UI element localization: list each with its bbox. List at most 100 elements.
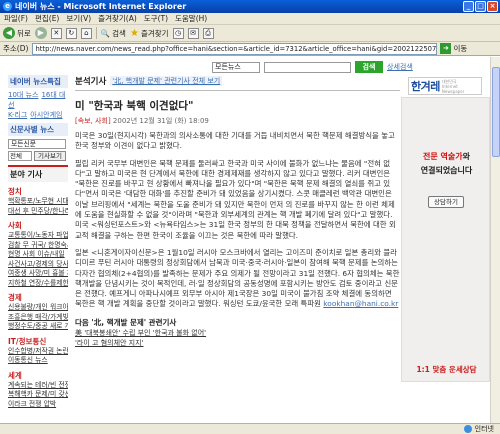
related-item[interactable]: '라이 고 혐의체안 지지' xyxy=(75,338,400,348)
minimize-button[interactable]: _ xyxy=(463,1,474,12)
press-logo[interactable]: 한겨레 대한민국 Internet Newspaper xyxy=(408,77,482,95)
related-head: 다음 '北, 핵개발 문제' 관련기사 xyxy=(75,317,177,327)
ad-text-suffix: 와 xyxy=(462,152,470,161)
address-input[interactable]: http://news.naver.com/news_read.php?offi… xyxy=(32,42,438,55)
hani-logo: 한겨레 xyxy=(411,80,440,93)
logo-subtitle: 대한민국 Internet Newspaper xyxy=(441,78,465,94)
category-item[interactable]: 행정수도/중공 새로 개시 xyxy=(8,322,68,332)
article-paragraph: 일본 <니혼게이자이신문>은 1월10일 러시아 모스크바에서 열리는 고이즈미… xyxy=(75,248,400,310)
globe-icon xyxy=(463,425,472,433)
special-link[interactable]: 10대 뉴스 xyxy=(8,91,38,99)
press-select[interactable]: 모든신문 xyxy=(8,139,66,149)
search-icon: 🔍 xyxy=(100,28,111,38)
press-row: 전체 기사보기 xyxy=(8,151,68,161)
category-item[interactable]: 검찰 무 귀국/ 한명숙서 xyxy=(8,241,68,251)
toolbar: ◀ 뒤로 ▶ ✕ ↻ ⌂ 🔍 검색 ★ 즐겨찾기 ◷ ✉ ⎙ xyxy=(0,25,500,42)
mail-icon[interactable]: ✉ xyxy=(187,27,199,39)
view-articles-button[interactable]: 기사보기 xyxy=(34,151,66,161)
maximize-button[interactable]: □ xyxy=(475,1,486,12)
category-politics[interactable]: 정치 xyxy=(8,186,68,197)
search-submit-button[interactable]: 검색 xyxy=(355,61,383,73)
category-item[interactable]: 계속되는 테러/빈 전쟁 xyxy=(8,381,68,391)
back-label: 뒤로 xyxy=(17,28,31,38)
article-body: 미국은 30일(현지시각) 북한과의 의사소통에 대한 기대를 거듭 내비치면서… xyxy=(75,131,400,310)
category-item[interactable]: 현명 사회 이슈/내일 xyxy=(8,250,68,260)
search-scope-select[interactable]: 모든뉴스 xyxy=(212,61,260,73)
history-icon[interactable]: ◷ xyxy=(172,27,184,39)
menu-tools[interactable]: 도구(T) xyxy=(144,13,168,24)
category-item[interactable]: 이라크 전쟁 압박 xyxy=(8,400,68,410)
forward-button[interactable]: ▶ xyxy=(34,27,47,39)
window-title: 네이버 뉴스 - Microsoft Internet Explorer xyxy=(15,2,187,11)
article-section: 분석기사 xyxy=(75,77,107,87)
article-paragraph: 미국은 30일(현지시각) 북한과의 의사소통에 대한 기대를 거듭 내비치면서… xyxy=(75,131,395,151)
special-link[interactable]: K-리그 xyxy=(8,111,27,119)
special-links: 10대 뉴스 16대 대선 K-리그 아시안게임 xyxy=(8,90,68,120)
category-item[interactable]: 조흥은행 매각/가계빚 xyxy=(8,313,68,323)
article-title: 미 "한국과 북핵 이견없다" xyxy=(75,100,194,112)
page-content: 모든뉴스 검색 상세검색 네이버 뉴스특집 10대 뉴스 16대 대선 K-리그 아… xyxy=(0,57,490,423)
ad-panel: 전문 역술가와 연결되었습니다 상담하기 1:1 맞춤 운세상담 xyxy=(401,97,490,382)
article-meta: [속보, 사회] 2002년 12월 31일 (화) 18:09 xyxy=(75,116,400,126)
scroll-thumb[interactable] xyxy=(492,67,500,157)
category-item[interactable]: 대선 후 민주당/한나라 xyxy=(8,207,68,217)
detail-search-link[interactable]: 상세검색 xyxy=(387,62,413,72)
search-button[interactable]: 🔍 검색 xyxy=(101,28,126,39)
category-item[interactable]: 신용불량/개인 워크아웃 xyxy=(8,303,68,313)
consult-button[interactable]: 상담하기 xyxy=(428,196,464,208)
ad-message: 전문 역술가와 연결되었습니다 xyxy=(402,150,490,178)
menu-help[interactable]: 도움말(H) xyxy=(175,13,207,24)
category-item[interactable]: 여중생 사망/미 흉볼 저당 xyxy=(8,269,68,279)
article-press: [속보, 사회] xyxy=(75,117,111,125)
print-icon[interactable]: ⎙ xyxy=(202,27,214,39)
back-arrow-icon: ◀ xyxy=(3,27,15,39)
article: 분석기사 '北, 핵개발 문제' 관련기사 전체 보기 미 "한국과 북핵 이견… xyxy=(75,75,400,348)
menu-favorites[interactable]: 즐겨찾기(A) xyxy=(98,13,137,24)
category-item[interactable]: 사건사고/경제의 당사 xyxy=(8,260,68,270)
category-society[interactable]: 사회 xyxy=(8,220,68,231)
toolbar-separator xyxy=(95,27,97,39)
address-label: 주소(D) xyxy=(3,44,29,53)
category-item[interactable]: 인수합병/저작권 논란 xyxy=(8,347,68,357)
category-item[interactable]: 복해핵카 문제/미 갖선 xyxy=(8,390,68,400)
press-head: 신문사별 뉴스 xyxy=(8,123,68,136)
search-label: 검색 xyxy=(112,28,126,38)
close-button[interactable]: × xyxy=(487,1,498,12)
menu-view[interactable]: 보기(V) xyxy=(66,13,91,24)
news-search: 모든뉴스 검색 상세검색 xyxy=(212,61,413,73)
status-bar: 인터넷 xyxy=(0,423,500,434)
related-item[interactable]: 美 '대북봉쇄안' 수립 부인 '한국과 불화 없어' xyxy=(75,328,400,338)
article-date: 2002년 12월 31일 (화) 18:09 xyxy=(112,117,209,125)
category-list: 핵확통포/노무현 시대 대선 후 민주당/한나라 xyxy=(8,197,68,216)
category-world[interactable]: 세계 xyxy=(8,370,68,381)
category-item[interactable]: 교통통이/노동자 파업 xyxy=(8,231,68,241)
category-it[interactable]: IT/정보통신 xyxy=(8,336,68,347)
search-input[interactable] xyxy=(264,61,351,73)
category-list: 인수합병/저작권 논란 이동통신 뉴스 xyxy=(8,347,68,366)
vertical-scrollbar[interactable] xyxy=(490,57,500,423)
stop-icon[interactable]: ✕ xyxy=(50,27,62,39)
favorites-label: 즐겨찾기 xyxy=(140,28,169,38)
window-titlebar: e 네이버 뉴스 - Microsoft Internet Explorer _… xyxy=(0,0,500,13)
category-economy[interactable]: 경제 xyxy=(8,292,68,303)
article-paragraph: 필립 리커 국무부 대변인은 북핵 문제를 둘러싸고 한국과 미국 사이에 불화… xyxy=(75,158,396,240)
category-item[interactable]: 지하철 연장/수를제한 xyxy=(8,279,68,289)
menu-edit[interactable]: 편집(E) xyxy=(35,13,59,24)
special-link[interactable]: 아시안게임 xyxy=(30,111,62,119)
favorites-button[interactable]: ★ 즐겨찾기 xyxy=(130,28,169,39)
related-all-link[interactable]: '北, 핵개발 문제' 관련기사 전체 보기 xyxy=(110,76,223,86)
refresh-icon[interactable]: ↻ xyxy=(65,27,77,39)
star-icon: ★ xyxy=(129,27,139,39)
menu-file[interactable]: 파일(F) xyxy=(4,13,28,24)
ad-footer[interactable]: 1:1 맞춤 운세상담 xyxy=(402,364,490,375)
home-icon[interactable]: ⌂ xyxy=(80,27,92,39)
go-button[interactable]: ➜ 이동 xyxy=(440,43,467,54)
menu-bar: 파일(F) 편집(E) 보기(V) 즐겨찾기(A) 도구(T) 도움말(H) xyxy=(0,13,500,25)
ie-icon: e xyxy=(3,2,12,11)
reporter-email[interactable]: kookhan@hani.co.kr xyxy=(323,299,398,308)
day-select[interactable]: 전체 xyxy=(8,151,32,161)
left-sidebar: 네이버 뉴스특집 10대 뉴스 16대 대선 K-리그 아시안게임 신문사별 뉴스 … xyxy=(8,75,68,409)
category-item[interactable]: 핵확통포/노무현 시대 xyxy=(8,197,68,207)
category-item[interactable]: 이동통신 뉴스 xyxy=(8,356,68,366)
back-button[interactable]: ◀ 뒤로 xyxy=(3,27,31,39)
